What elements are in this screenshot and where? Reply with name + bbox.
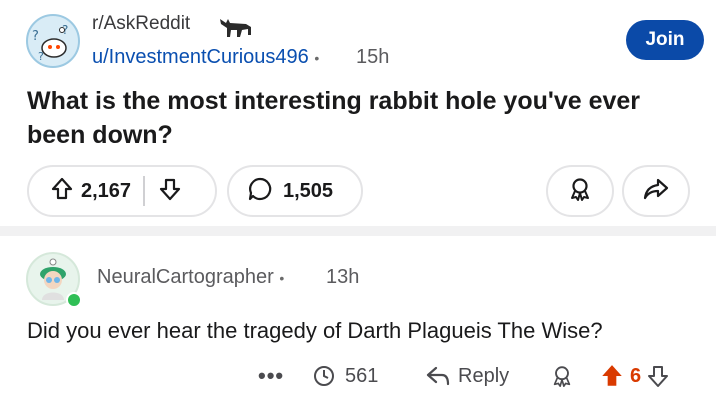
vote-pill: 2,167: [27, 165, 217, 217]
comment-award-icon-button[interactable]: [550, 360, 574, 392]
award-icon: [314, 366, 334, 386]
post-author-name[interactable]: u/InvestmentCurious496: [92, 46, 309, 68]
post-author[interactable]: u/InvestmentCurious496 •: [92, 46, 319, 69]
subreddit-avatar-icon[interactable]: ? ? ?: [26, 14, 80, 68]
svg-text:?: ?: [32, 29, 39, 44]
award-icon: [567, 176, 593, 207]
comment-author[interactable]: NeuralCartographer •: [97, 266, 284, 289]
comment-score: 6: [630, 364, 642, 387]
donkey-icon: [218, 15, 256, 46]
post-age: 15h: [356, 46, 390, 68]
award-icon: [553, 366, 571, 387]
comment-author-name[interactable]: NeuralCartographer: [97, 266, 274, 288]
post-title[interactable]: What is the most interesting rabbit hole…: [27, 84, 687, 152]
comment-icon: [247, 176, 273, 207]
comment-award-count: 561: [345, 364, 379, 387]
upvote-filled-icon[interactable]: [600, 363, 624, 389]
comment-vote: 6: [600, 360, 669, 392]
separator-dot: •: [314, 50, 320, 66]
online-status-indicator: [66, 292, 82, 308]
reply-icon: [426, 366, 450, 386]
comment-award-button[interactable]: 561: [313, 360, 378, 392]
share-button[interactable]: [622, 165, 690, 217]
comments-button[interactable]: 1,505: [227, 165, 363, 217]
join-button[interactable]: Join: [626, 20, 704, 60]
reply-label: Reply: [458, 364, 510, 387]
separator-dot: •: [279, 270, 285, 286]
downvote-icon[interactable]: [159, 177, 181, 206]
downvote-icon[interactable]: [647, 364, 669, 388]
vote-divider: [143, 176, 146, 206]
comment-count: 1,505: [283, 179, 334, 202]
more-icon[interactable]: •••: [258, 360, 284, 392]
award-button[interactable]: [546, 165, 614, 217]
comment-body: Did you ever hear the tragedy of Darth P…: [27, 318, 603, 343]
upvote-icon[interactable]: [51, 177, 73, 206]
comment-age: 13h: [326, 266, 360, 288]
upvote-count: 2,167: [81, 179, 132, 202]
share-icon: [643, 177, 669, 206]
reply-button[interactable]: Reply: [426, 360, 509, 392]
subreddit-name[interactable]: r/AskReddit: [92, 13, 190, 35]
section-divider: [0, 226, 716, 236]
